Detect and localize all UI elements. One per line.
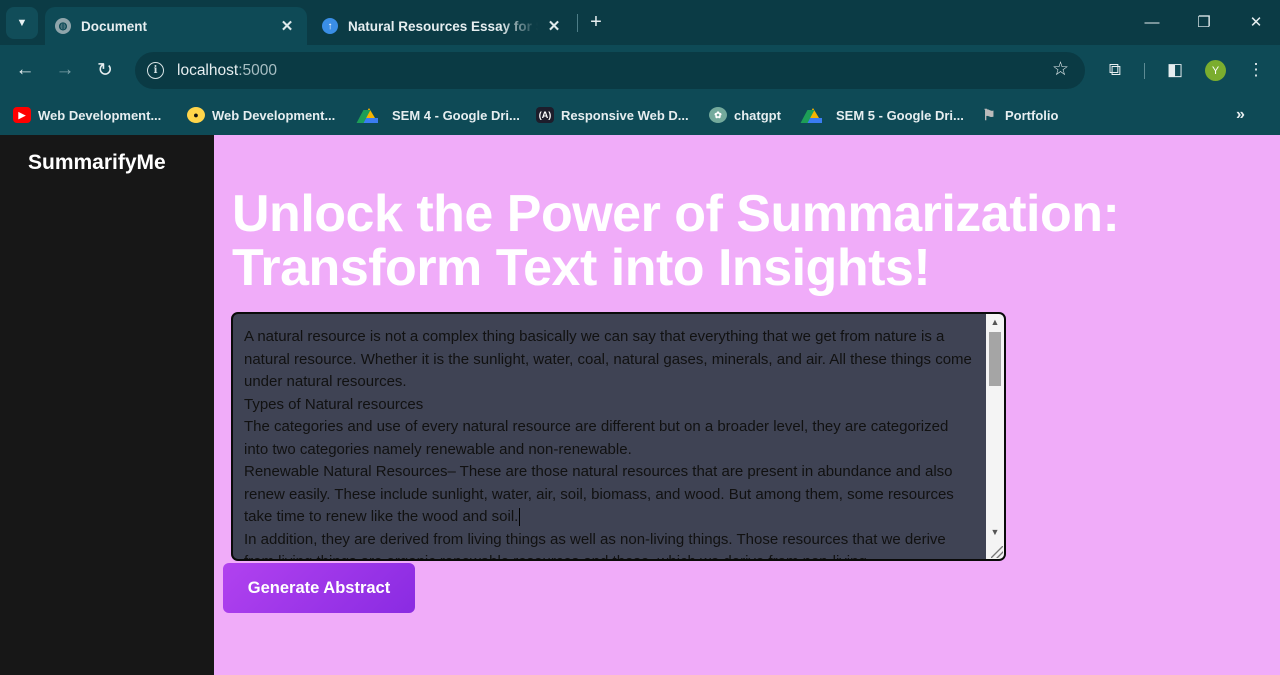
tab-search-dropdown-icon[interactable]: ▼ — [6, 7, 38, 39]
close-tab-icon[interactable]: ✕ — [277, 16, 297, 36]
extensions-puzzle-icon[interactable]: ⧉ — [1102, 57, 1128, 83]
bookmark-chatgpt[interactable]: ✿ chatgpt — [709, 104, 781, 126]
youtube-icon: ▶ — [13, 107, 31, 123]
textarea-text-continued: In addition, they are derived from livin… — [244, 530, 946, 560]
google-drive-icon — [804, 107, 822, 123]
bookmark-web-development-2[interactable]: ● Web Development... — [187, 104, 335, 126]
bookmark-web-development-1[interactable]: ▶ Web Development... — [13, 104, 161, 126]
tab-document[interactable]: ◍ Document ✕ — [45, 7, 307, 45]
brand-logo[interactable]: SummarifyMe — [28, 151, 166, 175]
google-drive-icon — [360, 107, 378, 123]
bookmark-label: Responsive Web D... — [561, 107, 689, 123]
more-bookmarks-chevron-icon[interactable]: » — [1236, 106, 1245, 124]
bookmark-label: SEM 5 - Google Dri... — [836, 107, 964, 123]
scroll-up-arrow-icon[interactable]: ▲ — [986, 314, 1004, 330]
tab-natural-resources[interactable]: ↑ Natural Resources Essay for Stu ✕ — [312, 7, 574, 45]
close-window-icon[interactable]: ✕ — [1241, 8, 1271, 36]
bookmark-portfolio[interactable]: ⚑ Portfolio — [980, 104, 1058, 126]
tab-title: Natural Resources Essay for Stu — [348, 18, 538, 34]
page-heading: Unlock the Power of Summarization: Trans… — [232, 185, 1120, 297]
responsive-web-icon: (A) — [536, 107, 554, 123]
tab-divider — [577, 14, 578, 32]
page-content: SummarifyMe Unlock the Power of Summariz… — [0, 135, 1280, 675]
generate-abstract-button[interactable]: Generate Abstract — [223, 563, 415, 613]
more-menu-icon[interactable]: ⋮ — [1243, 57, 1269, 83]
reload-icon[interactable]: ↻ — [92, 57, 118, 83]
bookmark-responsive-web[interactable]: (A) Responsive Web D... — [536, 104, 689, 126]
close-tab-icon[interactable]: ✕ — [544, 16, 564, 36]
bookmark-label: Web Development... — [38, 107, 162, 123]
upload-arrow-icon: ↑ — [322, 18, 338, 34]
url-text: localhost:5000 — [177, 62, 277, 80]
back-arrow-icon[interactable]: ← — [12, 57, 38, 83]
portfolio-icon: ⚑ — [982, 107, 996, 124]
url-host: localhost — [177, 61, 239, 79]
text-caret — [519, 508, 521, 527]
toolbar-divider — [1144, 63, 1145, 79]
minimize-icon[interactable]: — — [1137, 8, 1167, 36]
new-tab-icon[interactable]: + — [584, 10, 608, 34]
text-input-area[interactable]: A natural resource is not a complex thin… — [231, 312, 1006, 561]
textarea-scrollbar[interactable]: ▲ ▼ — [986, 314, 1004, 559]
site-info-icon[interactable]: i — [147, 62, 164, 79]
chatgpt-icon: ✿ — [709, 107, 727, 123]
side-panel-icon[interactable]: ◧ — [1162, 57, 1188, 83]
textarea-text: A natural resource is not a complex thin… — [244, 328, 972, 525]
bookmark-sem5-drive[interactable]: SEM 5 - Google Dri... — [804, 104, 964, 126]
address-bar[interactable]: i localhost:5000 ☆ — [135, 52, 1085, 89]
browser-toolbar: ← → ↻ i localhost:5000 ☆ ⧉ ◧ Y ⋮ — [0, 45, 1280, 95]
bookmark-label: Portfolio — [1005, 107, 1059, 123]
resize-handle-icon[interactable] — [991, 546, 1003, 558]
scroll-down-arrow-icon[interactable]: ▼ — [986, 524, 1004, 540]
tab-strip: ▼ ◍ Document ✕ ↑ Natural Resources Essay… — [0, 0, 1280, 45]
profile-avatar[interactable]: Y — [1205, 60, 1226, 81]
bookmark-label: chatgpt — [734, 107, 781, 123]
bookmark-sem4-drive[interactable]: SEM 4 - Google Dri... — [360, 104, 520, 126]
sidebar: SummarifyMe — [0, 135, 214, 675]
tab-title: Document — [81, 18, 148, 34]
scrollbar-thumb[interactable] — [989, 332, 1001, 386]
textarea-content[interactable]: A natural resource is not a complex thin… — [244, 326, 974, 560]
bookmark-label: SEM 4 - Google Dri... — [392, 107, 520, 123]
bookmark-star-icon[interactable]: ☆ — [1052, 58, 1069, 81]
bookmark-favicon-icon: ● — [187, 107, 205, 123]
bookmark-label: Web Development... — [212, 107, 336, 123]
globe-icon: ◍ — [55, 18, 71, 34]
restore-icon[interactable]: ❐ — [1189, 8, 1219, 36]
forward-arrow-icon[interactable]: → — [52, 57, 78, 83]
bookmarks-bar: ▶ Web Development... ● Web Development..… — [0, 95, 1280, 135]
url-port: :5000 — [238, 61, 277, 79]
